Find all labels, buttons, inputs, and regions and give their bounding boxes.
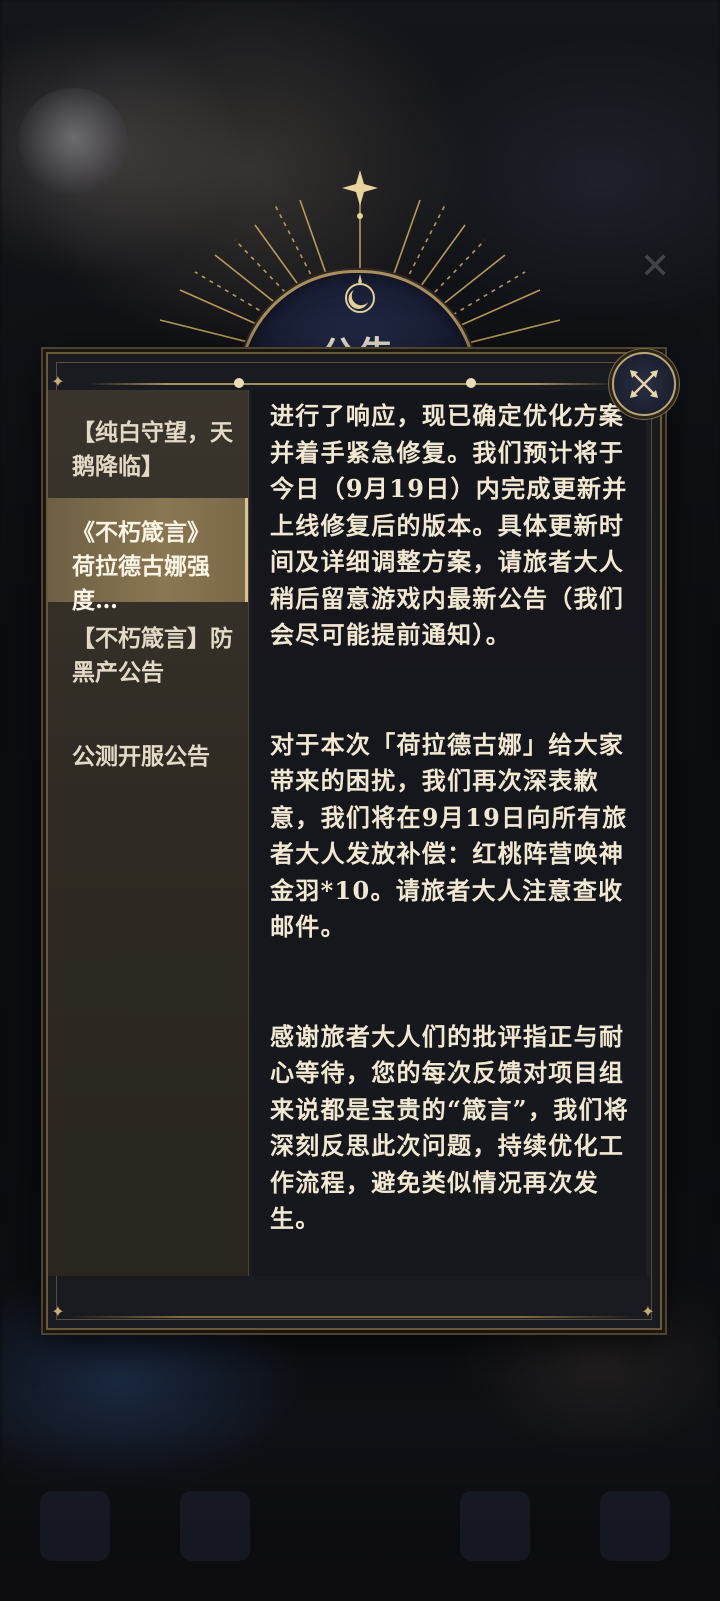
close-button[interactable] bbox=[612, 352, 676, 416]
content-paragraph: 感谢旅者大人们的批评指正与耐心等待，您的每次反馈对项目组来说都是宝贵的“箴言”，… bbox=[270, 1021, 630, 1234]
announcement-content[interactable]: 进行了响应，现已确定优化方案并着手紧急修复。我们预计将于今日（9月19日）内完成… bbox=[252, 390, 650, 1276]
sidebar-item-label: 【不朽箴言】防黑产公告 bbox=[72, 625, 233, 686]
sidebar-item-anti-fraud[interactable]: 【不朽箴言】防黑产公告 bbox=[48, 622, 248, 690]
corner-ornament-icon: ✦ bbox=[51, 1302, 65, 1321]
sidebar-item-label: 【纯白守望，天鹅降临】 bbox=[72, 419, 233, 480]
announcement-sidebar: 【纯白守望，天鹅降临】 《不朽箴言》荷拉德古娜强度… 【不朽箴言】防黑产公告 公… bbox=[48, 390, 249, 1276]
announcement-body: 进行了响应，现已确定优化方案并着手紧急修复。我们预计将于今日（9月19日）内完成… bbox=[270, 398, 642, 1238]
background-dock-item bbox=[460, 1491, 530, 1561]
sidebar-item-label: 公测开服公告 bbox=[72, 743, 210, 770]
corner-ornament-icon: ✦ bbox=[51, 372, 65, 391]
background-dock-item bbox=[600, 1491, 670, 1561]
sidebar-item-horadeguna-strength[interactable]: 《不朽箴言》荷拉德古娜强度… bbox=[48, 498, 248, 614]
divider-dot bbox=[234, 378, 244, 388]
panel-top-divider bbox=[88, 383, 616, 385]
background-dock-item bbox=[40, 1491, 110, 1561]
content-scrollbar[interactable] bbox=[646, 390, 650, 1276]
panel-bottom-divider bbox=[70, 1316, 636, 1318]
content-paragraph: 对于本次「荷拉德古娜」给大家带来的困扰，我们再次深表歉意，我们将在9月19日向所… bbox=[270, 729, 628, 942]
sidebar-item-label: 《不朽箴言》荷拉德古娜强度… bbox=[72, 519, 210, 614]
close-icon bbox=[630, 370, 658, 398]
sidebar-item-launch-notice[interactable]: 公测开服公告 bbox=[48, 740, 248, 774]
corner-ornament-icon: ✦ bbox=[641, 1302, 655, 1321]
crescent-moon-icon bbox=[345, 274, 375, 313]
sidebar-item-pure-white-watch[interactable]: 【纯白守望，天鹅降临】 bbox=[48, 416, 248, 484]
background-dock-item bbox=[180, 1491, 250, 1561]
content-paragraph: 进行了响应，现已确定优化方案并着手紧急修复。我们预计将于今日（9月19日）内完成… bbox=[270, 401, 628, 649]
divider-dot bbox=[466, 378, 476, 388]
